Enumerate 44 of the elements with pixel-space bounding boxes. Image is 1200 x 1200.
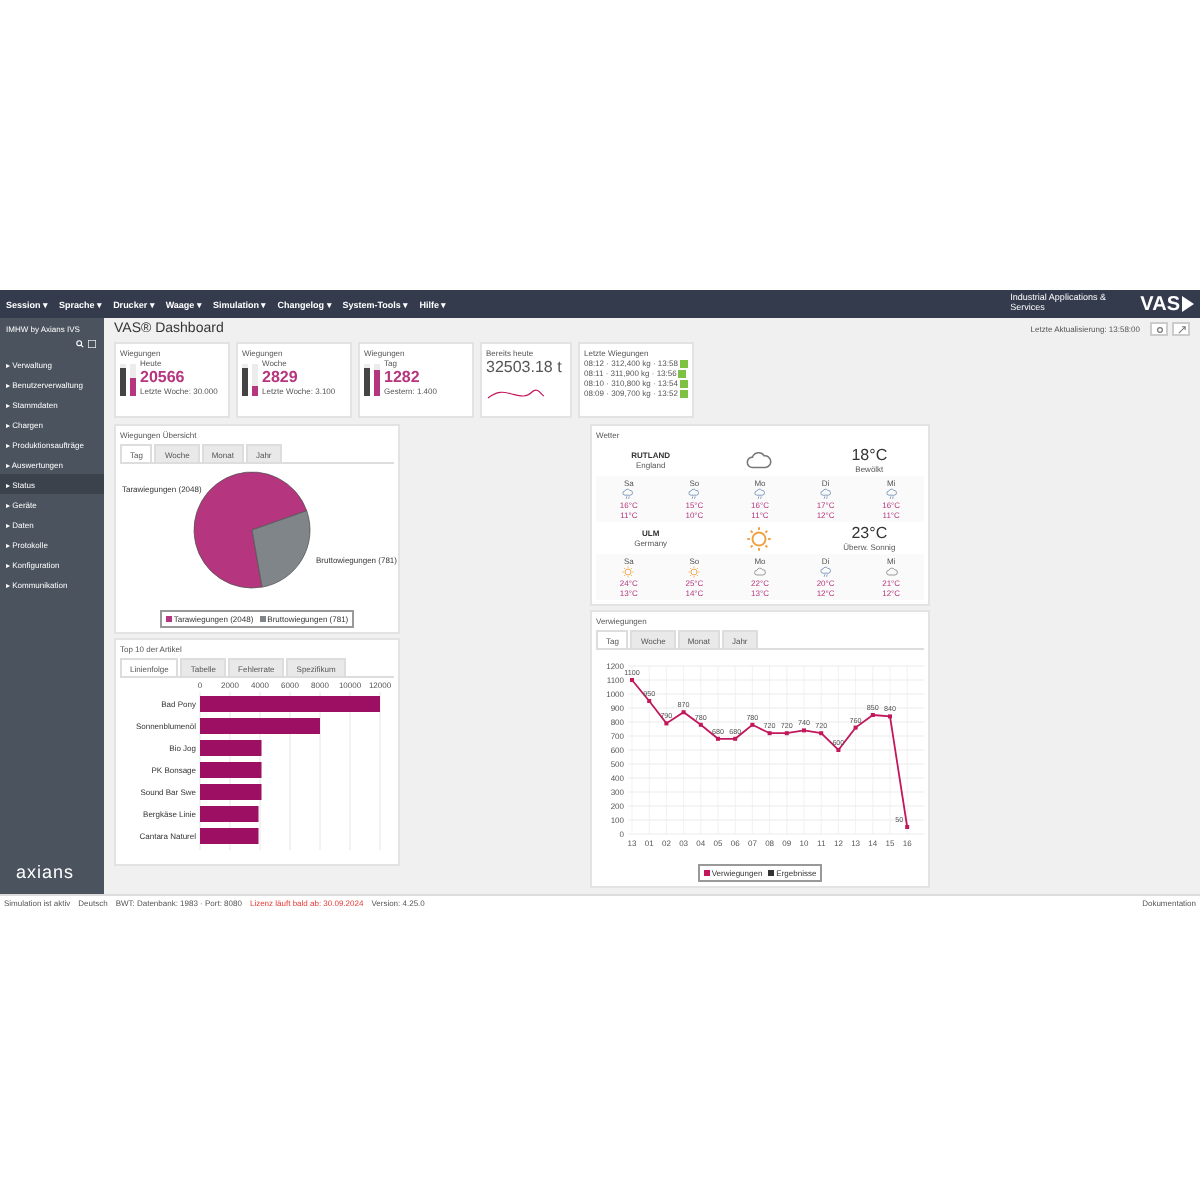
temperature: 23°C	[851, 524, 888, 542]
cloud-icon	[753, 566, 766, 578]
legend-marker	[165, 616, 172, 622]
bar	[200, 806, 259, 822]
kpi-value: 2829	[262, 368, 300, 386]
data-point	[664, 721, 669, 726]
bar	[200, 784, 262, 800]
temperature: 18°C	[851, 446, 888, 464]
rain-icon	[885, 488, 898, 500]
rain-icon	[688, 488, 701, 500]
settings-button[interactable]	[1150, 322, 1168, 336]
data-point	[698, 722, 703, 727]
bar	[200, 740, 262, 756]
brand-logo: VAS	[1140, 293, 1194, 315]
sun-icon	[688, 566, 701, 578]
data-point	[681, 710, 686, 715]
rain-icon	[819, 488, 832, 500]
total-value: 32503.18 t	[486, 358, 564, 376]
search-icon[interactable]	[76, 340, 84, 348]
legend-marker	[259, 616, 266, 622]
rain-icon	[753, 488, 766, 500]
data-point	[853, 725, 858, 730]
data-point	[767, 731, 772, 736]
sun-icon	[622, 566, 635, 578]
rain-icon	[819, 566, 832, 578]
expand-button[interactable]	[1172, 322, 1190, 336]
footer-logo: axians	[14, 862, 77, 886]
data-point	[819, 731, 824, 736]
data-point	[733, 736, 738, 741]
expand-icon	[1177, 325, 1185, 333]
kpi-value: 1282	[384, 368, 422, 386]
bar	[200, 718, 320, 734]
bar	[200, 828, 259, 844]
settings-icon	[1155, 325, 1163, 333]
sparkline	[486, 386, 546, 402]
cloud-icon	[746, 447, 773, 473]
legend-marker	[703, 870, 710, 876]
data-point	[750, 722, 755, 727]
bar	[200, 762, 262, 778]
sun-icon	[746, 525, 773, 551]
rain-icon	[622, 488, 635, 500]
kpi-value: 20566	[140, 368, 187, 386]
data-point	[784, 731, 789, 736]
cloud-icon	[885, 566, 898, 578]
